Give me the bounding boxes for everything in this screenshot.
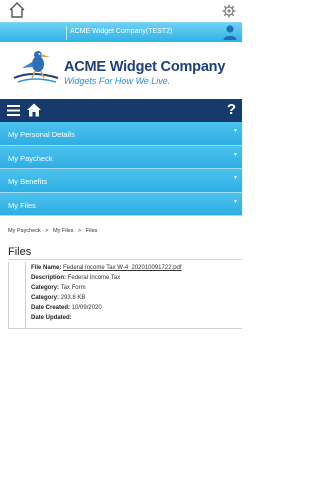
logo-title: ACME Widget Company bbox=[64, 59, 226, 75]
home-button[interactable] bbox=[8, 1, 26, 19]
accordion-item-paycheck[interactable]: My Paycheck ▼ bbox=[0, 145, 242, 169]
breadcrumb: My Paycheck > My Files > Files bbox=[8, 228, 97, 234]
accordion-item-label: My Paycheck bbox=[8, 153, 53, 163]
help-icon: ? bbox=[226, 101, 236, 118]
help-button[interactable]: ? bbox=[227, 101, 236, 119]
date-created-label: Date Created: bbox=[31, 305, 71, 311]
logo-area: ACME Widget Company Widgets For How We L… bbox=[0, 42, 242, 98]
breadcrumb-my-paycheck[interactable]: My Paycheck bbox=[8, 228, 41, 234]
settings-button[interactable] bbox=[222, 4, 236, 18]
breadcrumb-my-files[interactable]: My Files bbox=[53, 228, 73, 234]
breadcrumb-separator: > bbox=[78, 228, 82, 234]
top-bar bbox=[0, 0, 242, 22]
logo-tagline: Widgets For How We Live. bbox=[64, 76, 171, 86]
title-divider bbox=[8, 259, 242, 260]
user-button[interactable] bbox=[222, 24, 238, 41]
breadcrumb-files: Files bbox=[85, 228, 98, 234]
caret-down-icon: ▼ bbox=[233, 175, 238, 181]
size-row: Category: 293.8 KB bbox=[31, 295, 85, 301]
category-value: Tax Form bbox=[60, 285, 86, 291]
bird-logo-icon bbox=[13, 51, 59, 83]
company-name: ACME Widget Company(TEST2) bbox=[70, 28, 173, 35]
description-value: Federal Income Tax bbox=[67, 275, 121, 281]
breadcrumb-separator: > bbox=[45, 228, 49, 234]
accordion-item-label: My Personal Details bbox=[8, 130, 75, 139]
company-logo bbox=[12, 48, 62, 90]
accordion-menu: My Personal Details ▼ My Paycheck ▼ My B… bbox=[0, 122, 242, 216]
category-size-label: Category: bbox=[31, 295, 60, 301]
nav-bar: ? bbox=[0, 99, 242, 122]
file-card-details: File Name: Federal Income Tax W-4_202010… bbox=[26, 262, 242, 329]
file-name-row: File Name: Federal Income Tax W-4_202010… bbox=[31, 265, 182, 271]
accordion-item-benefits[interactable]: My Benefits ▼ bbox=[0, 169, 242, 193]
accordion-item-personal-details[interactable]: My Personal Details ▼ bbox=[0, 122, 242, 146]
file-size-value: 293.8 KB bbox=[60, 295, 86, 301]
home-icon bbox=[9, 2, 25, 18]
accordion-item-label: My Files bbox=[8, 200, 36, 210]
category-row: Category: Tax Form bbox=[31, 285, 86, 291]
date-created-row: Date Created: 10/09/2020 bbox=[31, 305, 102, 311]
category-label: Category: bbox=[31, 285, 60, 291]
caret-down-icon: ▼ bbox=[233, 151, 238, 158]
file-details-card: File Name: Federal Income Tax W-4_202010… bbox=[8, 262, 242, 330]
user-icon bbox=[223, 25, 237, 40]
caret-down-icon: ▼ bbox=[233, 128, 238, 134]
file-card-gutter bbox=[8, 262, 26, 329]
caret-down-icon: ▼ bbox=[233, 198, 238, 205]
description-label: Description: bbox=[31, 275, 67, 281]
accordion-item-files[interactable]: My Files ▼ bbox=[0, 192, 242, 216]
home-icon bbox=[27, 103, 41, 117]
date-created-value: 10/09/2020 bbox=[71, 305, 102, 311]
menu-button[interactable] bbox=[7, 104, 21, 117]
date-updated-row: Date Updated: bbox=[31, 315, 72, 321]
company-divider bbox=[66, 26, 67, 40]
nav-home-button[interactable] bbox=[26, 102, 42, 118]
gear-icon bbox=[222, 4, 236, 18]
page-title: Files bbox=[8, 246, 32, 258]
company-bar: ACME Widget Company(TEST2) bbox=[0, 22, 242, 42]
menu-icon bbox=[7, 105, 20, 116]
accordion-item-label: My Benefits bbox=[8, 177, 48, 186]
file-name-label: File Name: bbox=[31, 265, 62, 271]
file-name-link[interactable]: Federal Income Tax W-4_202010091722.pdf bbox=[63, 265, 182, 271]
description-row: Description: Federal Income Tax bbox=[31, 275, 120, 281]
date-updated-label: Date Updated: bbox=[31, 315, 72, 321]
